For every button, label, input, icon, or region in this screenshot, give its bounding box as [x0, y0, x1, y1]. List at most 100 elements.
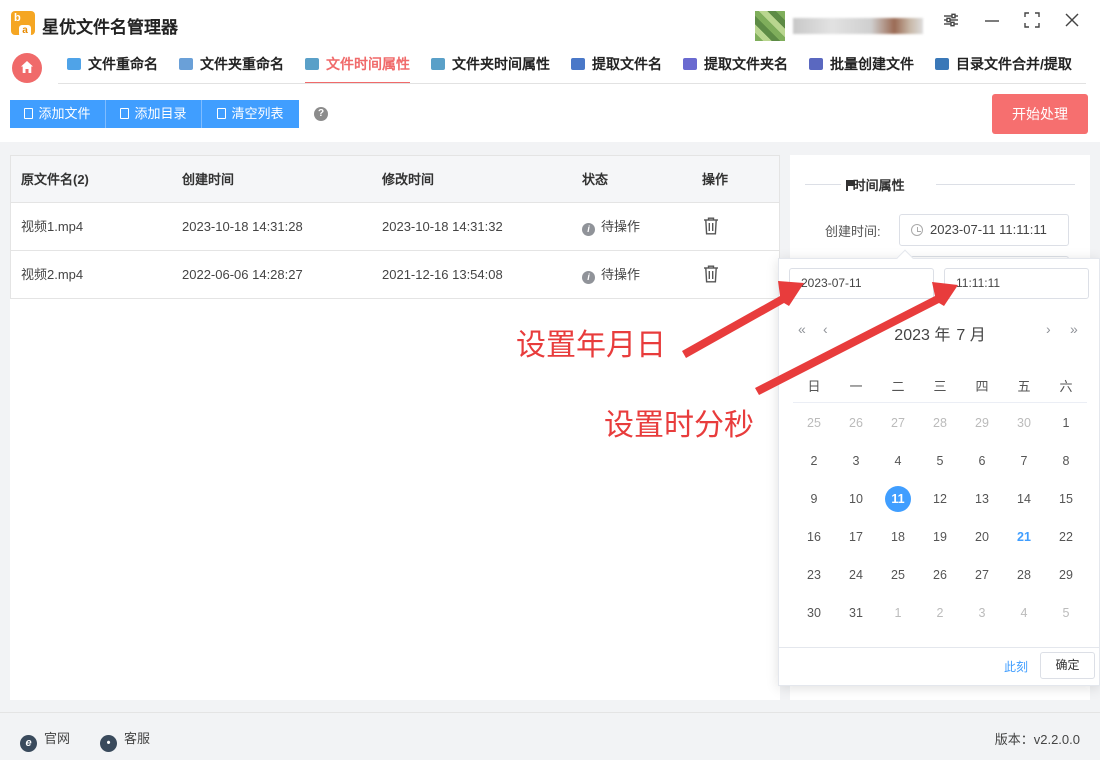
calendar-day[interactable]: 27 — [885, 410, 911, 436]
calendar-day[interactable]: 29 — [969, 410, 995, 436]
calendar-day[interactable]: 4 — [885, 448, 911, 474]
settings-icon[interactable] — [940, 12, 962, 34]
prev-month-icon[interactable]: ‹ — [823, 321, 828, 337]
info-icon: i — [582, 271, 595, 284]
calendar-day[interactable]: 20 — [969, 524, 995, 550]
tab-extract-foldername[interactable]: 提取文件夹名 — [683, 54, 788, 84]
next-month-icon[interactable]: › — [1046, 321, 1051, 337]
add-file-button[interactable]: 添加文件 — [10, 100, 106, 128]
calendar-day[interactable]: 24 — [843, 562, 869, 588]
calendar-day[interactable]: 25 — [885, 562, 911, 588]
user-avatar[interactable] — [755, 11, 785, 41]
file-name: 视频1.mp4 — [21, 219, 84, 234]
calendar-day[interactable]: 14 — [1011, 486, 1037, 512]
calendar-day[interactable]: 1 — [885, 600, 911, 626]
calendar-day[interactable]: 7 — [1011, 448, 1037, 474]
info-icon: i — [582, 223, 595, 236]
header-filename: 原文件名(2) — [21, 172, 89, 187]
minimize-icon[interactable] — [981, 12, 1003, 34]
close-icon[interactable] — [1061, 12, 1083, 34]
section-divider — [936, 184, 1075, 185]
rename-file-icon — [67, 58, 81, 70]
calendar-day[interactable]: 27 — [969, 562, 995, 588]
calendar-day[interactable]: 23 — [801, 562, 827, 588]
title-bar: ba 星优文件名管理器 — [0, 0, 1100, 46]
calendar-day[interactable]: 2 — [927, 600, 953, 626]
calendar-day[interactable]: 18 — [885, 524, 911, 550]
picker-time-input[interactable]: 11:11:11 — [944, 268, 1089, 299]
start-processing-button[interactable]: 开始处理 — [992, 94, 1088, 134]
modified-time: 2023-10-18 14:31:32 — [382, 219, 503, 234]
calendar-day[interactable]: 9 — [801, 486, 827, 512]
add-directory-button[interactable]: 添加目录 — [106, 100, 202, 128]
delete-icon[interactable] — [703, 265, 719, 283]
tab-file-rename[interactable]: 文件重命名 — [67, 54, 158, 84]
help-icon[interactable]: ? — [314, 107, 328, 121]
tab-folder-time[interactable]: 文件夹时间属性 — [431, 54, 550, 84]
maximize-icon[interactable] — [1021, 12, 1043, 34]
tab-batch-create[interactable]: 批量创建文件 — [809, 54, 914, 84]
calendar-day[interactable]: 5 — [1053, 600, 1079, 626]
calendar-day[interactable]: 17 — [843, 524, 869, 550]
calendar-day[interactable]: 26 — [927, 562, 953, 588]
calendar-day[interactable]: 11 — [885, 486, 911, 512]
calendar-day[interactable]: 15 — [1053, 486, 1079, 512]
create-time-input[interactable]: 2023-07-11 11:11:11 — [899, 214, 1069, 246]
time-annotation: 设置时分秒 — [604, 408, 754, 443]
home-button[interactable] — [12, 53, 42, 83]
calendar-day[interactable]: 30 — [801, 600, 827, 626]
weekday-label: 四 — [975, 379, 989, 394]
calendar-day[interactable]: 30 — [1011, 410, 1037, 436]
calendar-day[interactable]: 12 — [927, 486, 953, 512]
calendar-day[interactable]: 22 — [1053, 524, 1079, 550]
calendar-day[interactable]: 25 — [801, 410, 827, 436]
tab-file-time[interactable]: 文件时间属性 — [305, 54, 410, 84]
calendar-day[interactable]: 13 — [969, 486, 995, 512]
delete-icon[interactable] — [703, 217, 719, 235]
calendar-day[interactable]: 3 — [969, 600, 995, 626]
calendar-day[interactable]: 26 — [843, 410, 869, 436]
calendar-day[interactable]: 28 — [1011, 562, 1037, 588]
calendar-day[interactable]: 1 — [1053, 410, 1079, 436]
extract-foldername-icon — [683, 58, 697, 70]
calendar-day[interactable]: 3 — [843, 448, 869, 474]
table-row[interactable]: 视频2.mp4 2022-06-06 14:28:27 2021-12-16 1… — [11, 251, 779, 299]
trash-icon — [217, 108, 227, 119]
rename-folder-icon — [179, 58, 193, 70]
tab-extract-filename[interactable]: 提取文件名 — [571, 54, 662, 84]
calendar-day[interactable]: 29 — [1053, 562, 1079, 588]
folder-time-icon — [431, 58, 445, 70]
next-year-icon[interactable]: » — [1070, 321, 1078, 337]
calendar-day[interactable]: 31 — [843, 600, 869, 626]
status-bar: e 官网 • 客服 版本：v2.2.0.0 — [0, 712, 1100, 760]
prev-year-icon[interactable]: « — [798, 321, 806, 337]
app-logo-icon: ba — [11, 11, 35, 37]
calendar-day[interactable]: 2 — [801, 448, 827, 474]
user-name-blurred — [793, 18, 923, 34]
calendar-day[interactable]: 21 — [1011, 524, 1037, 550]
tab-folder-rename[interactable]: 文件夹重命名 — [179, 54, 284, 84]
file-name: 视频2.mp4 — [21, 267, 84, 282]
file-table: 原文件名(2) 创建时间 修改时间 状态 操作 视频1.mp4 2023-10-… — [10, 155, 780, 299]
picker-date-input[interactable]: 2023-07-11 — [789, 268, 934, 299]
calendar-day[interactable]: 6 — [969, 448, 995, 474]
table-row[interactable]: 视频1.mp4 2023-10-18 14:31:28 2023-10-18 1… — [11, 203, 779, 251]
website-link[interactable]: e 官网 — [20, 728, 70, 752]
confirm-button[interactable]: 确定 — [1040, 652, 1095, 679]
picker-year-label[interactable]: 2023 年 — [894, 327, 950, 344]
tab-merge-extract[interactable]: 目录文件合并/提取 — [935, 54, 1072, 84]
calendar-day[interactable]: 8 — [1053, 448, 1079, 474]
home-icon — [21, 61, 33, 73]
weekday-label: 六 — [1059, 379, 1073, 394]
calendar-day[interactable]: 10 — [843, 486, 869, 512]
calendar-day[interactable]: 28 — [927, 410, 953, 436]
calendar-day[interactable]: 4 — [1011, 600, 1037, 626]
calendar-day[interactable]: 16 — [801, 524, 827, 550]
support-link[interactable]: • 客服 — [100, 728, 150, 752]
ie-icon: e — [20, 735, 37, 752]
calendar-day[interactable]: 19 — [927, 524, 953, 550]
picker-month-label[interactable]: 7 月 — [956, 327, 985, 344]
now-link[interactable]: 此刻 — [1004, 658, 1028, 675]
calendar-day[interactable]: 5 — [927, 448, 953, 474]
clear-list-button[interactable]: 清空列表 — [202, 100, 299, 128]
